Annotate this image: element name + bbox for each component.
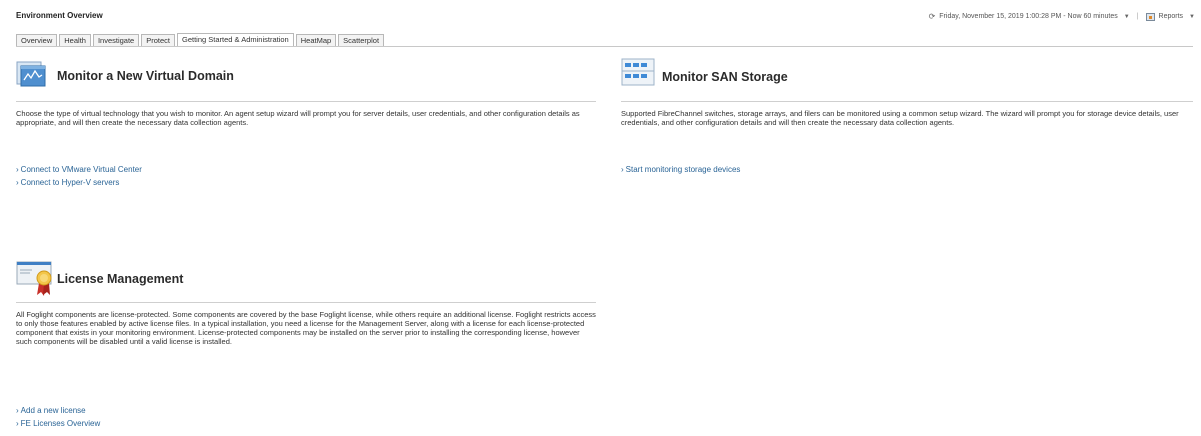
license-description: All Foglight components are license-prot…: [16, 310, 596, 346]
chevron-down-icon[interactable]: ▼: [1124, 14, 1130, 20]
san-storage-description: Supported FibreChannel switches, storage…: [621, 109, 1179, 127]
tab-getting-started[interactable]: Getting Started & Administration: [177, 33, 294, 47]
virtual-domain-title: Monitor a New Virtual Domain: [57, 69, 234, 83]
header-bar: Environment Overview ⟳ Friday, November …: [0, 0, 1201, 30]
section-divider: [16, 101, 596, 102]
license-title: License Management: [57, 272, 184, 286]
virtual-domain-icon: [16, 61, 46, 87]
divider: |: [1136, 13, 1139, 20]
san-storage-section: Monitor SAN Storage Supported FibreChann…: [621, 58, 1193, 198]
connect-vmware-link[interactable]: › Connect to VMware Virtual Center: [16, 165, 142, 174]
chevron-right-icon: ›: [16, 178, 19, 187]
fe-licenses-overview-link[interactable]: › FE Licenses Overview: [16, 419, 100, 428]
san-storage-icon: [621, 58, 655, 86]
chevron-right-icon: ›: [16, 165, 19, 174]
chevron-right-icon: ›: [16, 406, 19, 415]
license-certificate-icon: [16, 261, 52, 296]
chevron-right-icon: ›: [16, 419, 19, 428]
refresh-icon[interactable]: ⟳: [929, 12, 936, 21]
add-license-link[interactable]: › Add a new license: [16, 406, 86, 415]
tabs-divider: [16, 46, 1193, 47]
tab-bar: Overview Health Investigate Protect Gett…: [16, 33, 386, 47]
section-divider: [621, 101, 1193, 102]
san-storage-title: Monitor SAN Storage: [662, 70, 788, 84]
virtual-domain-description: Choose the type of virtual technology th…: [16, 109, 580, 127]
page-title: Environment Overview: [16, 11, 103, 20]
reports-button[interactable]: Reports: [1159, 13, 1184, 20]
connect-hyperv-link[interactable]: › Connect to Hyper-V servers: [16, 178, 119, 187]
time-range-selector[interactable]: Friday, November 15, 2019 1:00:28 PM - N…: [939, 13, 1117, 20]
section-divider: [16, 302, 596, 303]
license-section: License Management All Foglight componen…: [16, 259, 596, 436]
start-monitoring-storage-link[interactable]: › Start monitoring storage devices: [621, 165, 740, 174]
virtual-domain-section: Monitor a New Virtual Domain Choose the …: [16, 58, 596, 198]
chevron-down-icon[interactable]: ▼: [1189, 14, 1195, 20]
reports-icon[interactable]: [1145, 12, 1155, 21]
header-controls: ⟳ Friday, November 15, 2019 1:00:28 PM -…: [929, 12, 1195, 21]
chevron-right-icon: ›: [621, 165, 624, 174]
